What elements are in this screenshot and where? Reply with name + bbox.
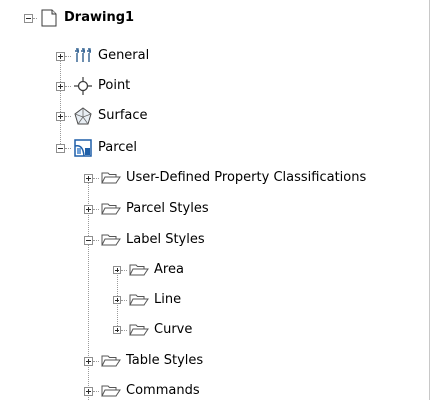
tree-node-label: Area [154, 262, 184, 277]
tree-node-surface[interactable]: Surface [56, 106, 148, 126]
document-icon [41, 9, 57, 27]
folder-icon [101, 203, 121, 215]
collapse-toggle[interactable] [24, 13, 33, 23]
tree-node-line[interactable]: Line [113, 290, 181, 310]
tree-connector [65, 147, 71, 149]
tree-node-label: General [98, 48, 150, 63]
expand-toggle[interactable] [84, 386, 93, 396]
tree-connector [121, 299, 127, 301]
tree-connector [93, 360, 99, 362]
folder-icon [129, 264, 149, 276]
tree-node-label: User-Defined Property Classifications [126, 170, 367, 185]
prospector-tree-panel: Drawing1 General Point Surface Parcel Us… [0, 0, 430, 400]
tree-node-label: Table Styles [126, 353, 204, 368]
tree-line-level1 [60, 58, 61, 146]
parcel-icon [74, 139, 92, 157]
tree-connector [65, 55, 71, 57]
tree-node-area[interactable]: Area [113, 260, 184, 280]
tree-node-label: Label Styles [126, 232, 205, 247]
tree-node-general[interactable]: General [56, 46, 149, 66]
surface-icon [74, 107, 92, 125]
folder-icon [129, 324, 149, 336]
tree-connector [93, 177, 99, 179]
folder-icon [101, 234, 121, 246]
tree-connector [121, 269, 127, 271]
tree-connector [93, 239, 99, 241]
tree-node-label: Line [154, 292, 182, 307]
tree-connector [121, 329, 127, 331]
tree-connector [33, 17, 37, 19]
tree-connector [93, 390, 99, 392]
expand-toggle[interactable] [84, 173, 93, 183]
point-crosshair-icon [74, 77, 92, 95]
tree-node-label: Drawing1 [64, 10, 135, 25]
expand-toggle[interactable] [56, 51, 65, 61]
tree-node-user-defined-property-classifications[interactable]: User-Defined Property Classifications [84, 168, 366, 188]
folder-icon [101, 385, 121, 397]
collapse-toggle[interactable] [56, 143, 65, 153]
expand-toggle[interactable] [56, 81, 65, 91]
tools-icon [75, 48, 91, 62]
tree-node-table-styles[interactable]: Table Styles [84, 351, 203, 371]
tree-node-label: Curve [154, 322, 193, 337]
expand-toggle[interactable] [84, 204, 93, 214]
expand-toggle[interactable] [113, 266, 121, 274]
expand-toggle[interactable] [113, 296, 121, 304]
tree-node-label-styles[interactable]: Label Styles [84, 230, 205, 250]
tree-node-label: Parcel Styles [126, 201, 209, 216]
folder-icon [101, 172, 121, 184]
folder-icon [101, 355, 121, 367]
tree-node-label: Point [98, 78, 131, 93]
expand-toggle[interactable] [84, 356, 93, 366]
tree-node-label: Surface [98, 108, 148, 123]
folder-icon [129, 294, 149, 306]
tree-node-curve[interactable]: Curve [113, 320, 192, 340]
tree-node-drawing1[interactable]: Drawing1 [24, 8, 134, 28]
tree-node-point[interactable]: Point [56, 76, 130, 96]
expand-toggle[interactable] [56, 111, 65, 121]
tree-connector [65, 85, 71, 87]
tree-node-label: Commands [126, 383, 200, 398]
expand-toggle[interactable] [113, 326, 121, 334]
tree-connector [93, 208, 99, 210]
tree-node-parcel[interactable]: Parcel [56, 138, 137, 158]
collapse-toggle[interactable] [84, 235, 93, 245]
tree-node-parcel-styles[interactable]: Parcel Styles [84, 199, 209, 219]
tree-node-label: Parcel [98, 140, 138, 155]
tree-connector [65, 115, 71, 117]
tree-node-commands[interactable]: Commands [84, 381, 200, 400]
